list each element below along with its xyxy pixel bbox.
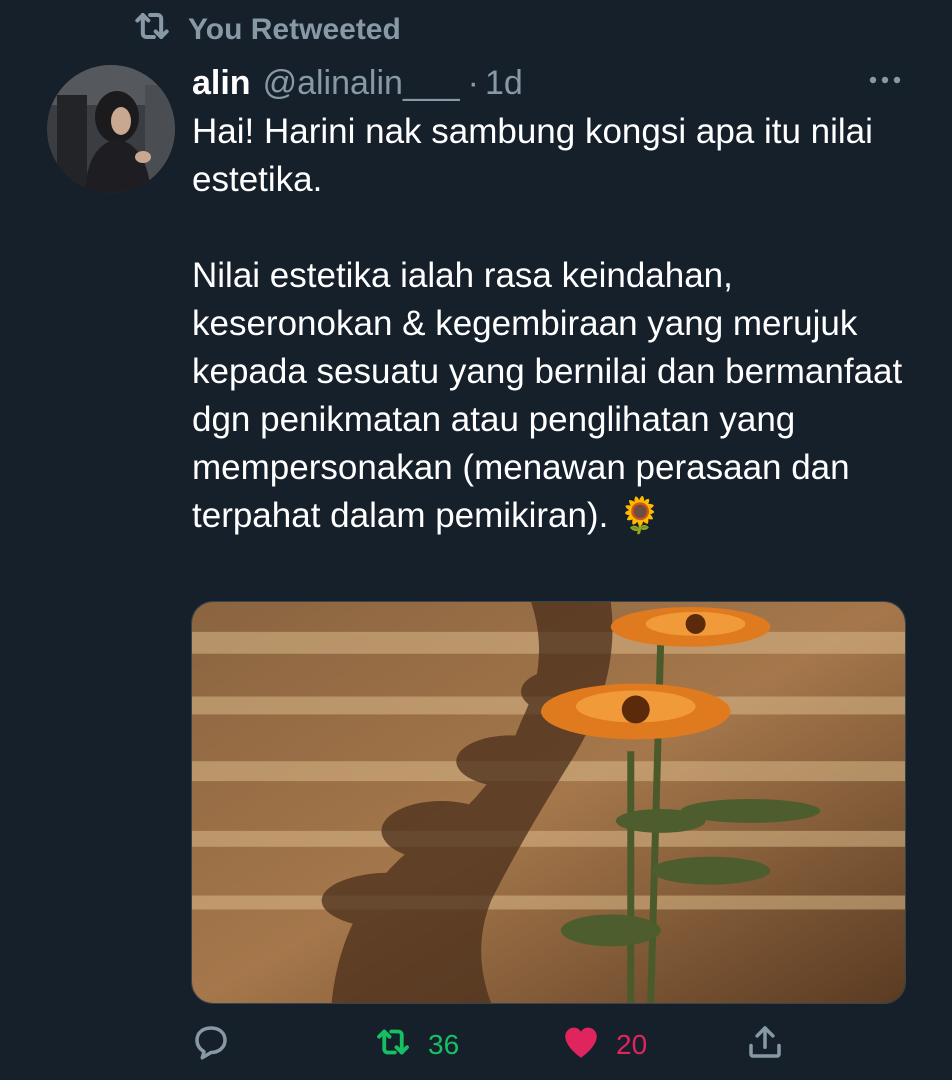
avatar[interactable]: [47, 65, 175, 193]
share-button[interactable]: [744, 1018, 786, 1072]
heart-icon: [560, 1021, 602, 1070]
tweet-paragraph: Nilai estetika ialah rasa keindahan, kes…: [192, 256, 903, 535]
tweet-body: Hai! Harini nak sambung kongsi apa itu n…: [192, 108, 922, 540]
retweet-banner-label: You Retweeted: [188, 13, 401, 46]
retweet-count: 36: [428, 1029, 460, 1060]
share-icon: [744, 1021, 786, 1070]
tweet-header: alin @alinalin___ · 1d: [192, 58, 523, 108]
more-options-icon[interactable]: [862, 62, 908, 98]
retweet-button[interactable]: 36: [372, 1018, 459, 1072]
author-handle[interactable]: @alinalin___: [263, 64, 460, 103]
retweet-icon: [372, 1021, 414, 1070]
reply-button[interactable]: [190, 1018, 246, 1072]
header-separator: ·: [467, 63, 479, 102]
tweet-photo[interactable]: [191, 601, 906, 1004]
retweet-icon: [130, 4, 174, 56]
tweet-actions: 36 20: [0, 1018, 952, 1072]
like-count: 20: [616, 1029, 648, 1060]
like-button[interactable]: 20: [560, 1018, 647, 1072]
retweet-banner: You Retweeted: [130, 8, 401, 52]
author-name[interactable]: alin: [192, 64, 251, 103]
reply-icon: [190, 1021, 232, 1070]
tweet-paragraph: Hai! Harini nak sambung kongsi apa itu n…: [192, 112, 873, 199]
tweet-timestamp[interactable]: 1d: [485, 64, 523, 103]
